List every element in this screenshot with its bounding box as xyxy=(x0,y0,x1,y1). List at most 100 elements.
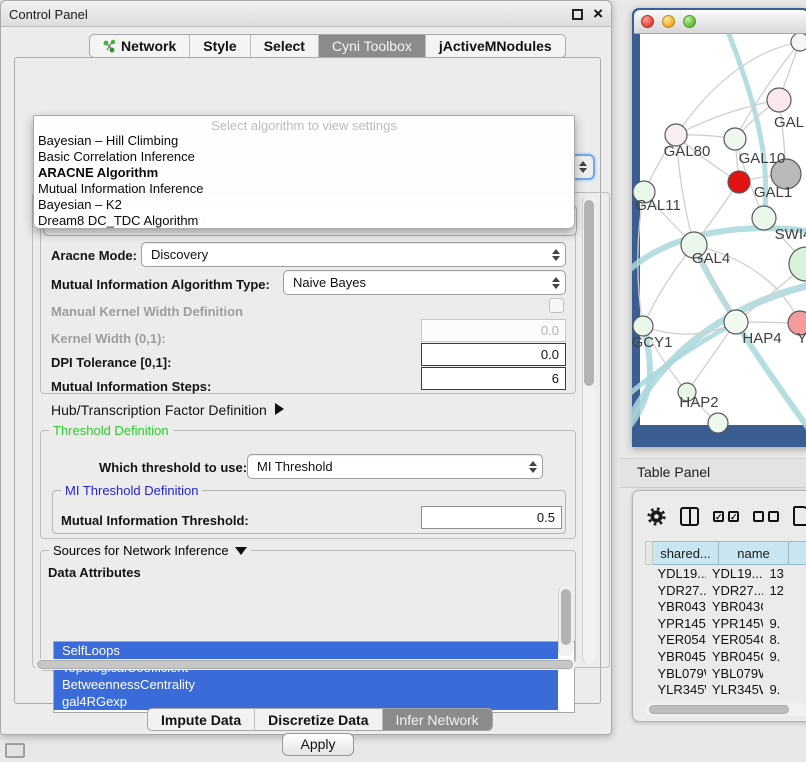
control-panel-window: Control Panel × NetworkStyleSelectCyni T… xyxy=(0,0,612,735)
network-node[interactable] xyxy=(767,88,791,112)
panel-toggle-icon[interactable] xyxy=(5,743,25,758)
attribute-item-selfloops[interactable]: SelfLoops xyxy=(54,642,558,659)
tab-jactivemnodules[interactable]: jActiveMNodules xyxy=(426,35,565,57)
algorithm-item-bayesian-k2[interactable]: Bayesian – K2 xyxy=(34,197,574,213)
table-row[interactable]: YLR345WYLR345W9. xyxy=(645,681,806,698)
algorithm-item-bayesian-hill-climbing[interactable]: Bayesian – Hill Climbing xyxy=(34,133,574,149)
table-cell xyxy=(763,665,806,682)
mi-threshold-definition-title: MI Threshold Definition xyxy=(61,483,202,498)
mi-steps-field[interactable]: 6 xyxy=(421,367,566,390)
network-window-titlebar[interactable] xyxy=(634,10,806,34)
kernel-width-field[interactable]: 0.0 xyxy=(421,319,566,342)
which-threshold-label: Which threshold to use: xyxy=(99,460,247,475)
node-label-gal11: GAL11 xyxy=(635,197,681,214)
network-view-window[interactable]: GALGAL80GAL10GAL1GAL11SWI4GAL4GCY1HAP4YH… xyxy=(632,8,806,447)
combo-arrows-icon xyxy=(524,461,542,473)
mi-threshold-label: Mutual Information Threshold: xyxy=(61,513,249,528)
gear-icon[interactable] xyxy=(647,507,666,526)
tab-impute-data[interactable]: Impute Data xyxy=(148,709,255,730)
network-icon xyxy=(103,39,116,53)
table-cell: YDR27... xyxy=(651,582,705,599)
network-canvas[interactable]: GALGAL80GAL10GAL1GAL11SWI4GAL4GCY1HAP4YH… xyxy=(632,34,806,447)
which-threshold-combo[interactable]: MI Threshold xyxy=(247,454,543,479)
table-cell: YBR045C xyxy=(706,648,764,665)
algorithm-dropdown-popup: Select algorithm to view settings Bayesi… xyxy=(33,115,575,229)
table-cell: YPR145W xyxy=(651,615,705,632)
data-attributes-label: Data Attributes xyxy=(48,565,141,580)
table-cell: YPR145W xyxy=(706,615,764,632)
manual-kernel-width-checkbox[interactable] xyxy=(549,298,564,313)
table-row[interactable]: YBR043CYBR043C xyxy=(645,598,806,615)
network-node[interactable] xyxy=(752,206,776,230)
network-node[interactable] xyxy=(724,128,746,150)
tab-network[interactable]: Network xyxy=(90,35,190,57)
columns-icon[interactable] xyxy=(680,507,699,526)
table-cell: YBR045C xyxy=(651,648,705,665)
data-attributes-list[interactable]: SelfLoopsTopologicalCoefficientBetweenne… xyxy=(53,641,575,713)
sources-title[interactable]: Sources for Network Inference xyxy=(49,543,251,558)
node-label-gal10: GAL10 xyxy=(739,150,786,167)
table-toolbar: ✓✓ xyxy=(647,503,806,529)
table-row[interactable]: YBL079WYBL079W xyxy=(645,665,806,682)
table-panel-title: Table Panel xyxy=(637,464,710,480)
new-table-icon[interactable] xyxy=(793,506,806,526)
table-hscrollbar-thumb[interactable] xyxy=(649,705,789,714)
attributes-hscrollbar-thumb[interactable] xyxy=(37,660,573,669)
table-cell: YER054C xyxy=(651,631,705,648)
column-header-shared-[interactable]: shared... xyxy=(653,541,719,565)
combo-arrows-icon xyxy=(547,277,565,289)
network-node[interactable] xyxy=(633,316,653,336)
tab-cyni-toolbox[interactable]: Cyni Toolbox xyxy=(319,35,426,57)
close-icon[interactable]: × xyxy=(593,4,603,24)
network-node[interactable] xyxy=(708,413,728,433)
table-row[interactable]: YDL19...YDL19...13 xyxy=(645,565,806,582)
hub-definition-label: Hub/Transcription Factor Definition xyxy=(51,402,267,418)
table-cell: YBR043C xyxy=(706,598,764,615)
table-row[interactable]: YIL053CYIL053C0. xyxy=(645,698,806,701)
column-header-2[interactable] xyxy=(789,541,806,565)
table-row[interactable]: YER054CYER054C8. xyxy=(645,631,806,648)
tab-style[interactable]: Style xyxy=(190,35,250,57)
column-header-name[interactable]: name xyxy=(719,541,789,565)
network-node[interactable] xyxy=(728,171,750,193)
mi-threshold-field[interactable]: 0.5 xyxy=(421,506,562,529)
table-row[interactable]: YBR045CYBR045C9. xyxy=(645,648,806,665)
threshold-definition-title: Threshold Definition xyxy=(49,423,173,438)
attribute-item-betweennesscentrality[interactable]: BetweennessCentrality xyxy=(54,676,558,693)
dpi-tolerance-field[interactable]: 0.0 xyxy=(421,343,566,366)
aracne-mode-combo[interactable]: Discovery xyxy=(141,242,566,267)
apply-button[interactable]: Apply xyxy=(282,733,354,756)
close-traffic-light-icon[interactable] xyxy=(641,15,654,28)
float-window-icon[interactable] xyxy=(572,9,583,20)
node-label-gal80: GAL80 xyxy=(664,143,711,160)
settings-scrollbar-thumb[interactable] xyxy=(584,200,594,386)
table-cell: YDL19... xyxy=(651,565,705,582)
select-all-columns-icon[interactable]: ✓✓ xyxy=(713,511,739,522)
control-panel-title: Control Panel xyxy=(9,7,88,22)
algorithm-item-basic-correlation-inference[interactable]: Basic Correlation Inference xyxy=(34,149,574,165)
node-label-hap4: HAP4 xyxy=(742,330,781,347)
algorithm-item-aracne-algorithm[interactable]: ARACNE Algorithm xyxy=(34,165,574,181)
algorithm-placeholder: Select algorithm to view settings xyxy=(34,116,574,133)
tab-select[interactable]: Select xyxy=(251,35,319,57)
attributes-scrollbar-thumb[interactable] xyxy=(561,589,571,645)
cyni-toolbox-panel: Inference Algorithm gal-filtered.sif def… xyxy=(14,57,601,704)
algorithm-item-dream8-dc-tdc-algorithm[interactable]: Dream8 DC_TDC Algorithm xyxy=(34,213,574,229)
mi-steps-label: Mutual Information Steps: xyxy=(51,379,211,394)
algorithm-item-mutual-information-inference[interactable]: Mutual Information Inference xyxy=(34,181,574,197)
zoom-traffic-light-icon[interactable] xyxy=(683,15,696,28)
table-row[interactable]: YDR27...YDR27...12 xyxy=(645,582,806,599)
tab-infer-network[interactable]: Infer Network xyxy=(383,709,492,730)
minimize-traffic-light-icon[interactable] xyxy=(662,15,675,28)
network-node[interactable] xyxy=(791,34,806,51)
table-cell: 9. xyxy=(763,681,806,698)
hub-definition-toggle[interactable]: Hub/Transcription Factor Definition xyxy=(51,402,284,418)
table-row[interactable]: YPR145WYPR145W9. xyxy=(645,615,806,632)
table-cell: 0. xyxy=(763,698,806,701)
control-panel-titlebar[interactable]: Control Panel × xyxy=(1,1,611,27)
deselect-all-columns-icon[interactable] xyxy=(753,511,779,522)
mi-algorithm-type-combo[interactable]: Naive Bayes xyxy=(283,270,566,295)
mi-algorithm-type-value: Naive Bayes xyxy=(284,275,547,290)
table-cell: YDR27... xyxy=(706,582,764,599)
tab-discretize-data[interactable]: Discretize Data xyxy=(255,709,382,730)
